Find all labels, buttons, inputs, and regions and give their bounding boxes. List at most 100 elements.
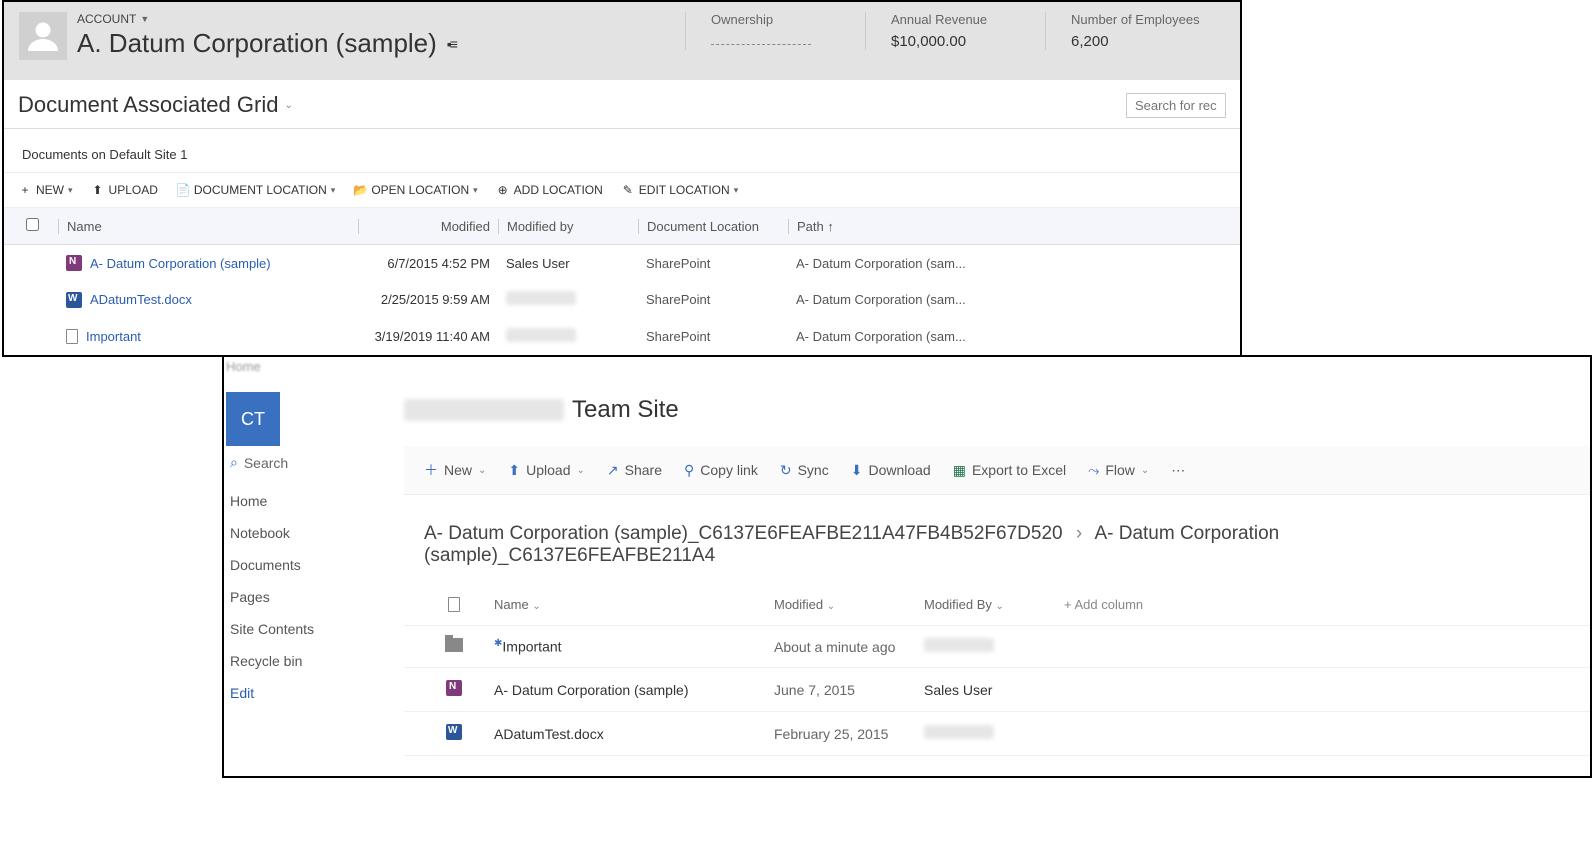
sp-flow-button[interactable]: ⤳Flow⌄ xyxy=(1088,462,1149,479)
open-location-button[interactable]: 📂OPEN LOCATION▾ xyxy=(353,183,477,197)
upload-icon: ⬆ xyxy=(91,183,105,197)
search-input[interactable] xyxy=(1126,93,1226,118)
sp-copylink-button[interactable]: ⚲Copy link xyxy=(684,462,758,479)
btn-label: New xyxy=(444,462,472,478)
location-cell: SharePoint xyxy=(638,292,788,307)
col-modified-by[interactable]: Modified By ⌄ xyxy=(914,597,1054,615)
search-icon: ⌕ xyxy=(230,454,238,471)
nav-link[interactable]: Notebook xyxy=(226,517,394,549)
site-title[interactable]: Team Site xyxy=(404,396,679,424)
btn-label: Add column xyxy=(1075,597,1144,612)
name-cell[interactable]: ✱Important xyxy=(484,638,764,655)
sp-more-button[interactable]: ⋯ xyxy=(1171,462,1185,479)
add-column-button[interactable]: + Add column xyxy=(1054,597,1153,615)
sp-search[interactable]: ⌕ Search xyxy=(226,446,394,485)
sp-toolbar: ＋ New ⌄ ⬆ Upload ⌄ ↗Share ⚲Copy link ↻Sync ⬇… xyxy=(404,446,1590,495)
modified-by-text: Sales User xyxy=(506,256,570,271)
add-location-button[interactable]: ⊕ADD LOCATION xyxy=(496,183,603,197)
summary-value[interactable]: 6,200 xyxy=(1071,33,1200,50)
col-name[interactable]: Name ⌄ xyxy=(484,597,764,615)
person-icon xyxy=(25,18,61,54)
btn-label: OPEN LOCATION xyxy=(371,183,469,197)
file-name: Important xyxy=(502,639,561,655)
icon-cell xyxy=(424,680,484,699)
blurred-text xyxy=(924,638,994,652)
file-link[interactable]: ADatumTest.docx xyxy=(66,292,350,308)
site-name-text: Team Site xyxy=(572,396,679,424)
chevron-right-icon: › xyxy=(1068,523,1090,544)
upload-button[interactable]: ⬆UPLOAD xyxy=(91,183,158,197)
col-location[interactable]: Document Location xyxy=(638,219,788,234)
nav-link[interactable]: Pages xyxy=(226,581,394,613)
chevron-down-icon: ▾ xyxy=(68,185,73,196)
sp-share-button[interactable]: ↗Share xyxy=(607,462,662,479)
list-item[interactable]: ✱Important About a minute ago xyxy=(404,626,1590,668)
breadcrumb-seg[interactable]: A- Datum Corporation (sample)_C6137E6FEA… xyxy=(424,523,1063,544)
chevron-down-icon: ⌄ xyxy=(284,100,292,111)
plus-icon: ＋ xyxy=(424,460,438,480)
crm-toolbar: + NEW ▾ ⬆UPLOAD 📄DOCUMENT LOCATION▾ 📂OPEN … xyxy=(4,172,1240,208)
download-icon: ⬇ xyxy=(851,462,863,479)
modified-cell: 2/25/2015 9:59 AM xyxy=(358,292,498,307)
modified-cell: February 25, 2015 xyxy=(764,726,914,742)
table-row[interactable]: Important 3/19/2019 11:40 AM SharePoint … xyxy=(4,318,1240,355)
new-button[interactable]: + NEW ▾ xyxy=(18,183,73,197)
word-icon xyxy=(446,724,462,740)
summary-value-empty[interactable] xyxy=(711,33,811,45)
col-path[interactable]: Path ↑ xyxy=(788,219,988,234)
site-logo[interactable]: CT xyxy=(226,392,280,446)
nav-edit[interactable]: Edit xyxy=(226,677,394,709)
checkbox[interactable] xyxy=(26,218,39,231)
btn-label: NEW xyxy=(36,183,64,197)
location-cell: SharePoint xyxy=(638,256,788,271)
sp-sync-button[interactable]: ↻Sync xyxy=(780,462,829,479)
plus-icon: + xyxy=(18,183,32,197)
sp-export-button[interactable]: ▦Export to Excel xyxy=(953,462,1066,479)
list-item[interactable]: A- Datum Corporation (sample) June 7, 20… xyxy=(404,668,1590,712)
btn-label: Upload xyxy=(526,462,570,478)
file-name: ADatumTest.docx xyxy=(494,726,604,742)
name-cell[interactable]: A- Datum Corporation (sample) xyxy=(484,682,764,698)
summary-ownership: Ownership xyxy=(685,12,865,50)
grid-title-dropdown[interactable]: Document Associated Grid ⌄ xyxy=(18,92,293,118)
col-modified[interactable]: Modified ⌄ xyxy=(764,597,914,615)
icon-cell xyxy=(424,724,484,743)
btn-label: DOCUMENT LOCATION xyxy=(194,183,327,197)
sp-upload-button[interactable]: ⬆ Upload ⌄ xyxy=(508,462,585,479)
entity-label[interactable]: ACCOUNT ▼ xyxy=(77,12,637,26)
path-cell: A- Datum Corporation (sam... xyxy=(788,329,988,344)
col-modified-by[interactable]: Modified by xyxy=(498,219,638,234)
form-selector-icon[interactable]: ▪≡ xyxy=(447,36,456,52)
chevron-down-icon: ⌄ xyxy=(996,601,1004,612)
grid-body: A- Datum Corporation (sample) 6/7/2015 4… xyxy=(4,245,1240,355)
chevron-down-icon: ⌄ xyxy=(577,465,585,476)
modified-cell: 6/7/2015 4:52 PM xyxy=(358,256,498,271)
btn-label: Share xyxy=(625,462,662,478)
select-all-checkbox[interactable] xyxy=(18,218,58,234)
col-name[interactable]: Name xyxy=(58,219,358,234)
table-row[interactable]: A- Datum Corporation (sample) 6/7/2015 4… xyxy=(4,245,1240,281)
file-link[interactable]: Important xyxy=(66,329,350,344)
document-location-button[interactable]: 📄DOCUMENT LOCATION▾ xyxy=(176,183,335,197)
col-modified[interactable]: Modified xyxy=(358,219,498,234)
summary-label: Ownership xyxy=(711,12,840,27)
nav-link[interactable]: Recycle bin xyxy=(226,645,394,677)
table-row[interactable]: ADatumTest.docx 2/25/2015 9:59 AM ShareP… xyxy=(4,281,1240,318)
name-cell[interactable]: ADatumTest.docx xyxy=(484,726,764,742)
ellipsis-icon: ⋯ xyxy=(1171,462,1185,479)
sp-download-button[interactable]: ⬇Download xyxy=(851,462,931,479)
file-link[interactable]: A- Datum Corporation (sample) xyxy=(66,255,350,271)
nav-link[interactable]: Documents xyxy=(226,549,394,581)
upload-icon: ⬆ xyxy=(508,462,520,479)
link-icon: ⚲ xyxy=(684,462,694,479)
blurred-prefix xyxy=(404,399,564,421)
sp-main: Team Site ＋ New ⌄ ⬆ Upload ⌄ ↗Share ⚲Copy li… xyxy=(404,374,1590,776)
col-type-icon[interactable] xyxy=(424,597,484,615)
sp-new-button[interactable]: ＋New⌄ xyxy=(424,460,486,480)
summary-value[interactable]: $10,000.00 xyxy=(891,33,1020,50)
nav-link[interactable]: Home xyxy=(226,485,394,517)
nav-link[interactable]: Site Contents xyxy=(226,613,394,645)
list-item[interactable]: ADatumTest.docx February 25, 2015 xyxy=(404,712,1590,756)
edit-location-button[interactable]: ✎EDIT LOCATION▾ xyxy=(621,183,738,197)
location-cell: SharePoint xyxy=(638,329,788,344)
